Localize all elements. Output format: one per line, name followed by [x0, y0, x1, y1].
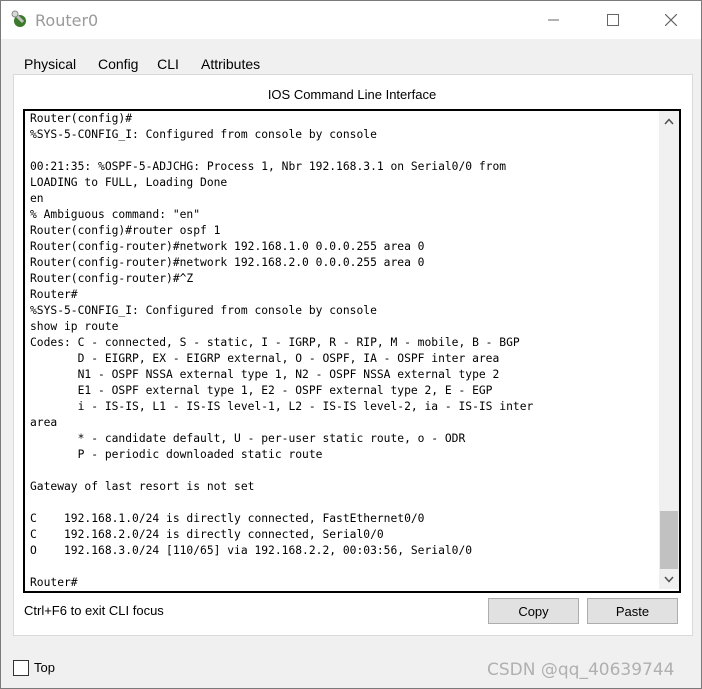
title-bar[interactable]: Router0 — [1, 1, 701, 39]
close-button[interactable] — [642, 1, 700, 39]
console-line: C 192.168.2.0/24 is directly connected, … — [30, 528, 384, 541]
console-line: Gateway of last resort is not set — [30, 480, 255, 493]
console-line: area — [30, 416, 58, 429]
console-line: show ip route — [30, 320, 119, 333]
console-scrollbar[interactable] — [659, 111, 679, 589]
console-line: P - periodic downloaded static route — [30, 448, 323, 461]
maximize-button[interactable] — [584, 1, 642, 39]
top-checkbox-label: Top — [34, 660, 55, 675]
console-line: 00:21:35: %OSPF-5-ADJCHG: Process 1, Nbr… — [30, 160, 507, 173]
console-line: Router(config-router)#network 192.168.2.… — [30, 256, 425, 269]
cli-heading: IOS Command Line Interface — [267, 87, 437, 102]
console-line: %SYS-5-CONFIG_I: Configured from console… — [30, 304, 377, 317]
console-line: Router(config-router)#network 192.168.1.… — [30, 240, 425, 253]
chevron-up-icon — [664, 117, 674, 124]
console-line: Router# — [30, 576, 78, 589]
chevron-down-icon — [664, 576, 674, 583]
console-line: Router(config)#router ospf 1 — [30, 224, 221, 237]
console-line: D - EIGRP, EX - EIGRP external, O - OSPF… — [30, 352, 500, 365]
console-line: %SYS-5-CONFIG_I: Configured from console… — [30, 128, 377, 141]
console-line: E1 - OSPF external type 1, E2 - OSPF ext… — [30, 384, 493, 397]
console-line: * - candidate default, U - per-user stat… — [30, 432, 466, 445]
console-output[interactable]: Router(config)# %SYS-5-CONFIG_I: Configu… — [30, 111, 650, 589]
scroll-down-button[interactable] — [659, 569, 679, 589]
console-line: O 192.168.3.0/24 [110/65] via 192.168.2.… — [30, 544, 473, 557]
maximize-icon — [607, 14, 619, 26]
minimize-icon — [548, 19, 559, 21]
router-window: Router0 Physical Config CLI Attributes I… — [0, 0, 702, 689]
scroll-thumb[interactable] — [660, 511, 678, 569]
console-line: Router(config-router)#^Z — [30, 272, 194, 285]
console-line: Router(config)# — [30, 112, 133, 125]
tab-attributes[interactable]: Attributes — [201, 53, 260, 75]
console-line: i - IS-IS, L1 - IS-IS level-1, L2 - IS-I… — [30, 400, 534, 413]
minimize-button[interactable] — [525, 1, 583, 39]
console-line: Codes: C - connected, S - static, I - IG… — [30, 336, 520, 349]
cli-focus-hint: Ctrl+F6 to exit CLI focus — [24, 603, 164, 618]
top-checkbox[interactable] — [13, 660, 29, 676]
console-line: % Ambiguous command: "en" — [30, 208, 201, 221]
console-line: C 192.168.1.0/24 is directly connected, … — [30, 512, 425, 525]
console-line: en — [30, 192, 44, 205]
paste-button[interactable]: Paste — [587, 598, 678, 624]
router-app-icon — [11, 10, 26, 27]
watermark: CSDN @qq_40639744 — [487, 660, 675, 680]
console-line: LOADING to FULL, Loading Done — [30, 176, 228, 189]
copy-button[interactable]: Copy — [488, 598, 579, 624]
tab-config[interactable]: Config — [98, 53, 138, 75]
console-line: Router# — [30, 288, 78, 301]
console-line: N1 - OSPF NSSA external type 1, N2 - OSP… — [30, 368, 500, 381]
tab-physical[interactable]: Physical — [24, 53, 76, 75]
cli-console[interactable]: Router(config)# %SYS-5-CONFIG_I: Configu… — [23, 109, 681, 593]
scroll-up-button[interactable] — [659, 111, 679, 131]
window-title: Router0 — [35, 11, 99, 30]
close-icon — [665, 14, 677, 26]
